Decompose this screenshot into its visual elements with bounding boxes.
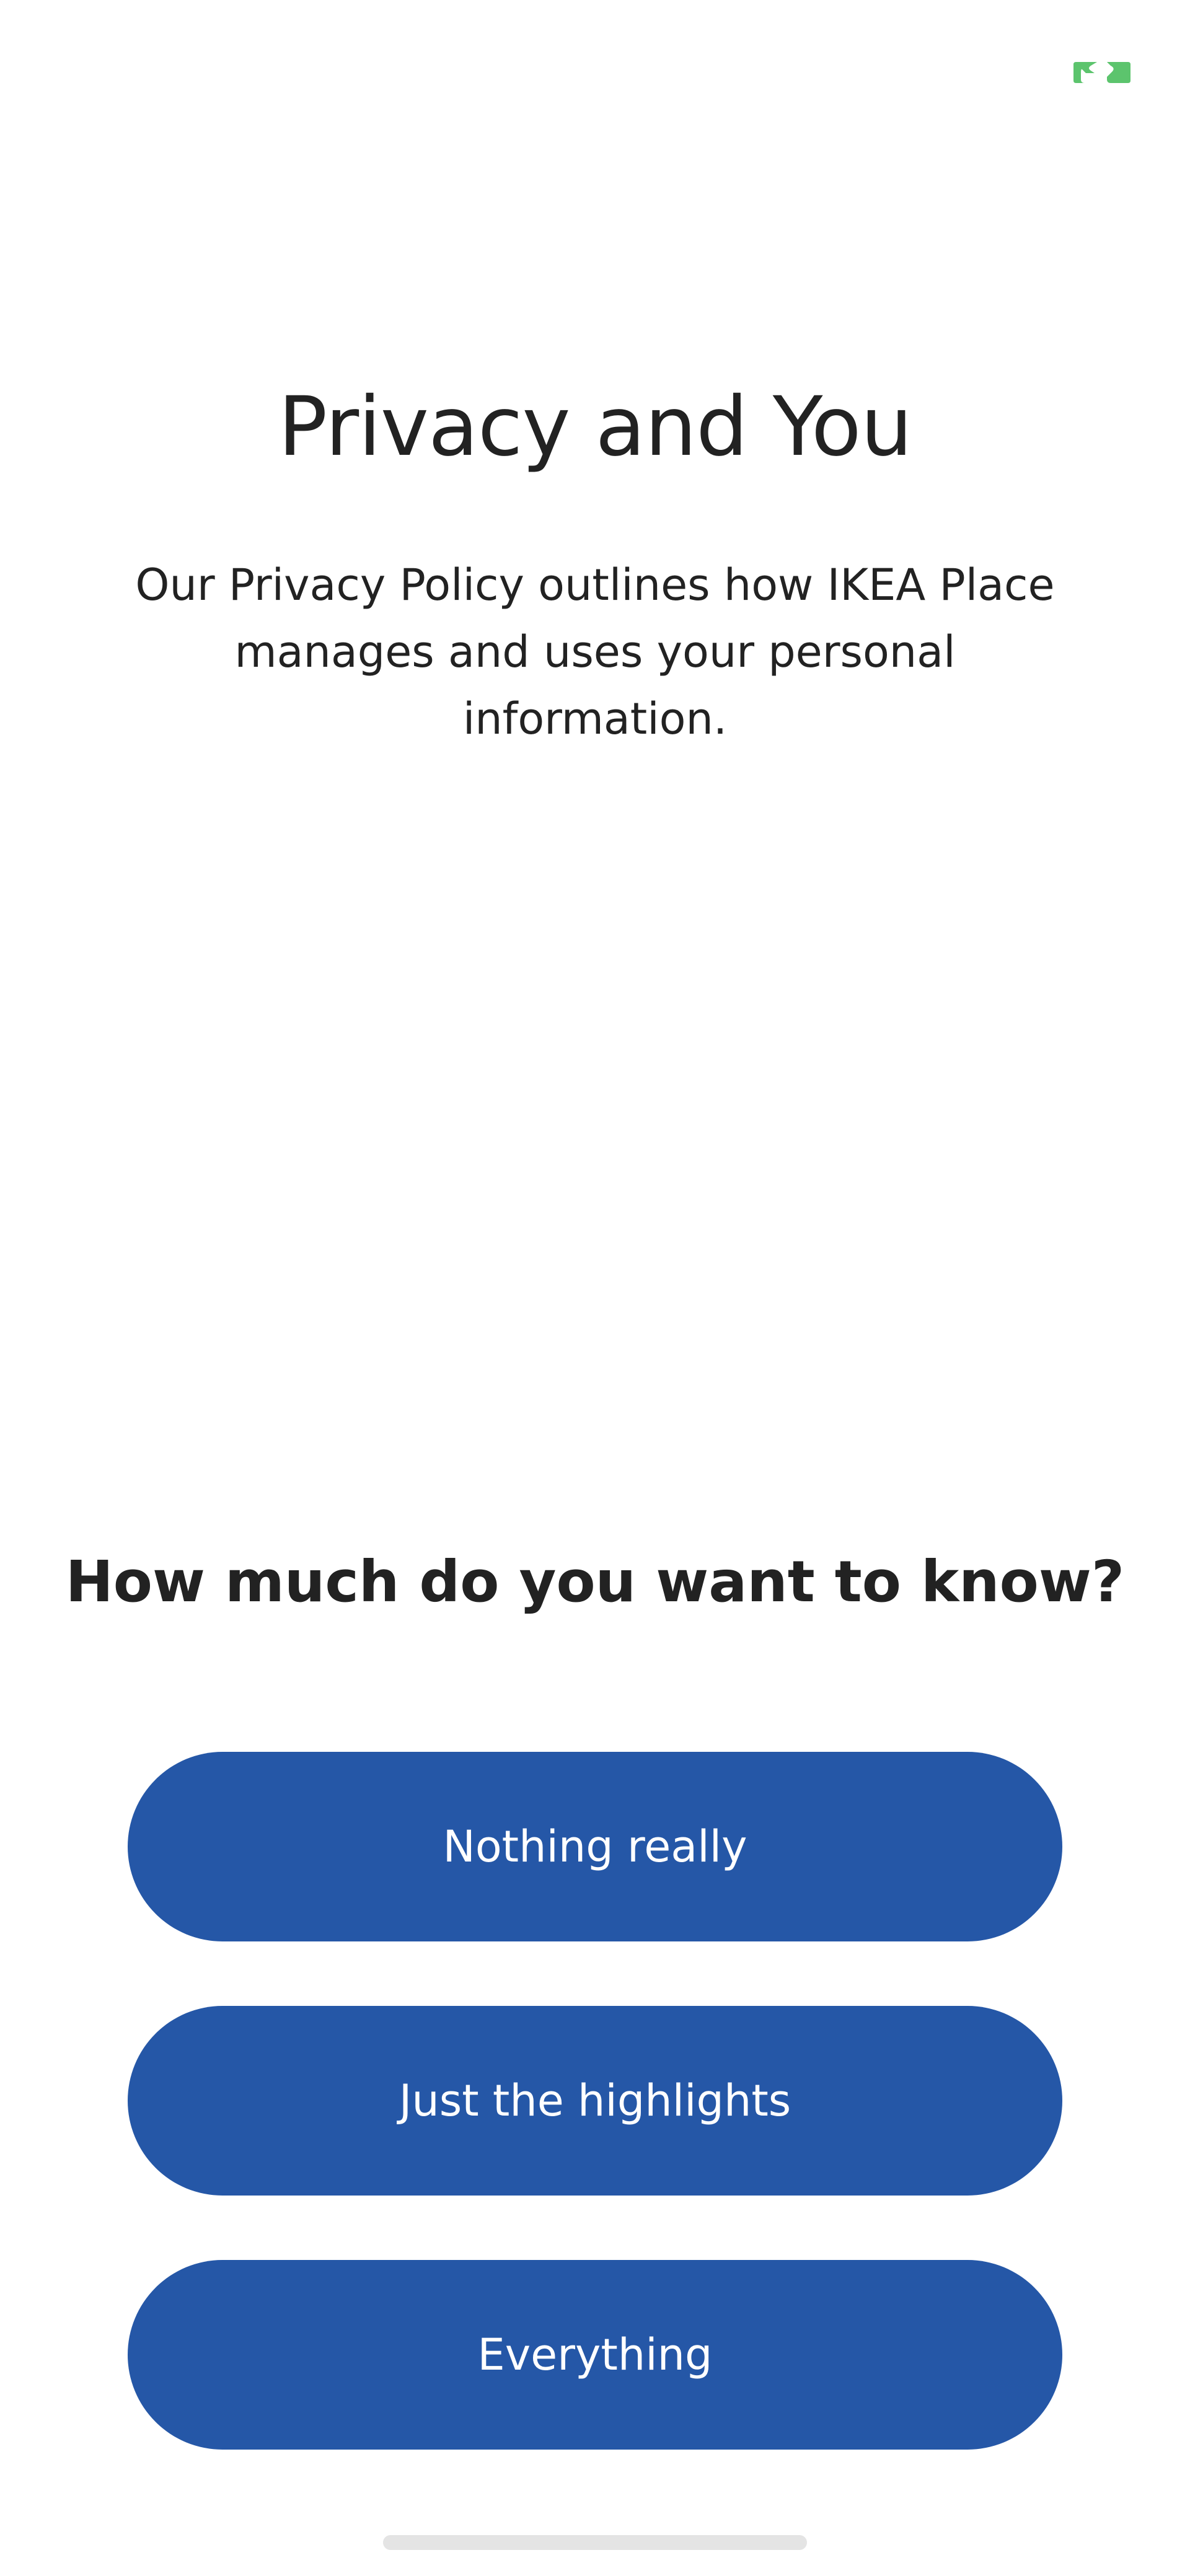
home-indicator[interactable] [383,2535,807,2550]
just-the-highlights-button[interactable]: Just the highlights [128,2006,1062,2196]
camera-in-use-icon [1072,61,1132,86]
nothing-really-button[interactable]: Nothing really [128,1752,1062,1941]
everything-button[interactable]: Everything [128,2260,1062,2450]
nothing-really-label: Nothing really [443,1821,747,1872]
just-the-highlights-label: Just the highlights [399,2075,791,2126]
question-heading: How much do you want to know? [65,1549,1125,1615]
everything-label: Everything [477,2329,713,2380]
page-title: Privacy and You [278,379,913,475]
privacy-description: Our Privacy Policy outlines how IKEA Pla… [135,560,1055,744]
